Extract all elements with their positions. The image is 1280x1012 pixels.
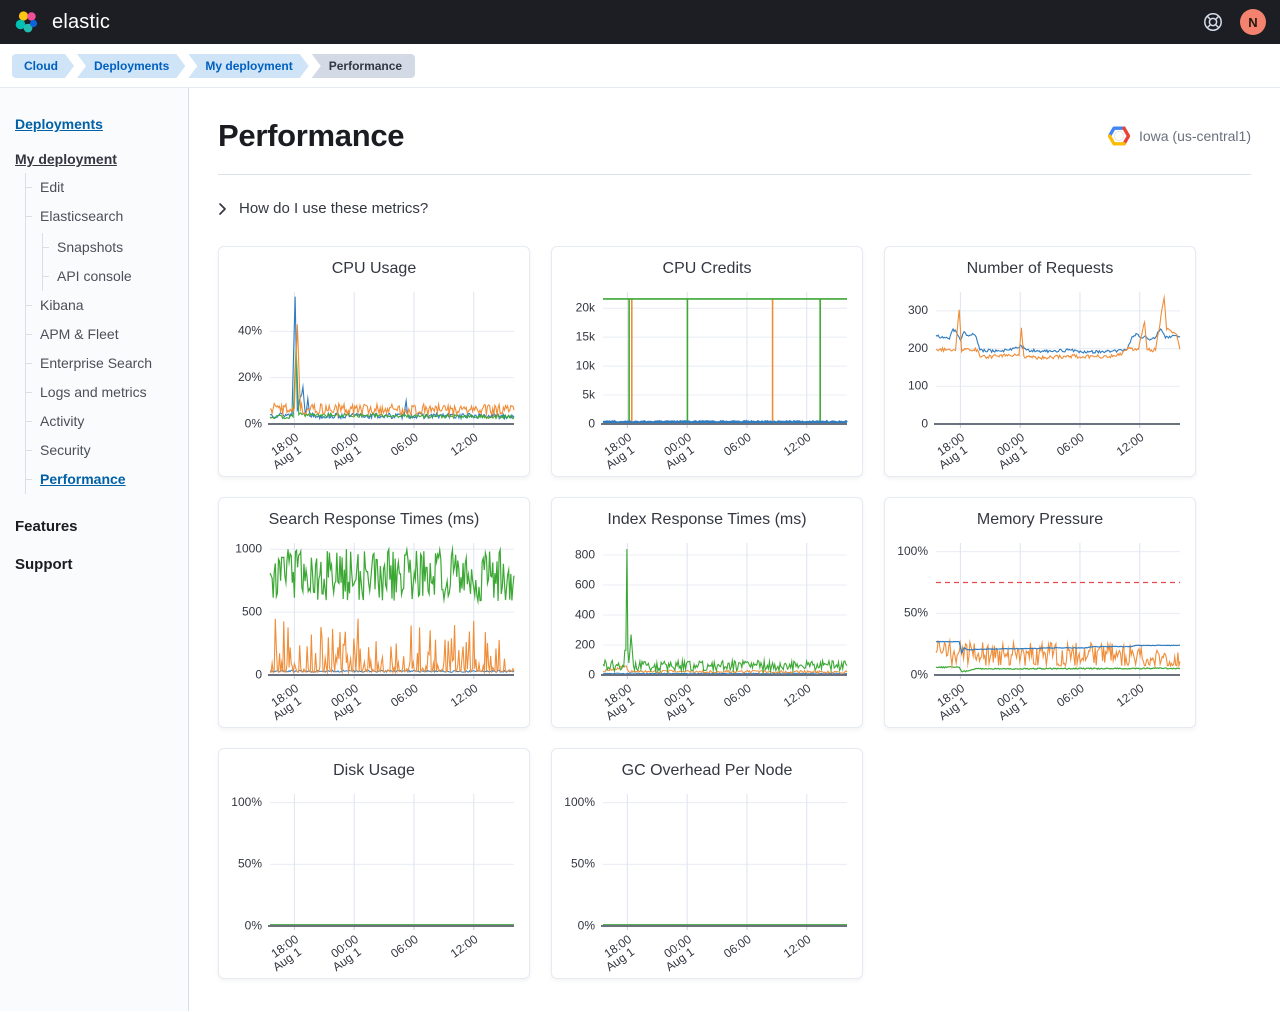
sidebar-item-kibana[interactable]: Kibana [26,291,178,320]
chart-title-cpu-usage: CPU Usage [219,260,529,278]
sidebar-item-performance[interactable]: Performance [26,465,178,494]
sidebar-item-enterprise-search[interactable]: Enterprise Search [26,349,178,378]
elastic-logo-icon [14,9,40,35]
sidebar-item-snapshots[interactable]: Snapshots [43,233,178,262]
chart-title-cpu-credits: CPU Credits [552,260,862,278]
search-response-times-ms-chart [226,531,522,721]
sidebar-item-activity[interactable]: Activity [26,407,178,436]
number-of-requests-chart [892,280,1188,470]
sidebar-item-apm-fleet[interactable]: APM & Fleet [26,320,178,349]
page-title: Performance [218,118,404,154]
sidebar-bottom-links: Features Support [15,518,178,573]
gcp-logo-icon [1108,126,1130,146]
chart-card-memory-pressure: Memory Pressure [884,497,1196,728]
elastic-brand[interactable]: elastic [14,9,110,35]
region-label: Iowa (us-central1) [1139,128,1251,144]
breadcrumb-item-my-deployment[interactable]: My deployment [188,54,308,78]
chart-title-search-response-times-ms: Search Response Times (ms) [219,511,529,529]
user-avatar[interactable]: N [1240,9,1266,35]
sidebar-item-edit[interactable]: Edit [26,173,178,202]
chart-card-cpu-usage: CPU Usage [218,246,530,477]
charts-grid: CPU Usage CPU Credits Number of Requests Se… [218,246,1251,979]
help-icon[interactable] [1202,11,1224,33]
header-divider [218,174,1251,175]
cpu-usage-chart [226,280,522,470]
chart-card-cpu-credits: CPU Credits [551,246,863,477]
sidebar-item-deployments[interactable]: Deployments [15,116,103,132]
chart-card-disk-usage: Disk Usage [218,748,530,979]
chart-title-index-response-times-ms: Index Response Times (ms) [552,511,862,529]
breadcrumb-item-cloud[interactable]: Cloud [12,54,74,78]
metrics-help-toggle[interactable]: How do I use these metrics? [218,200,428,217]
sidebar: Deployments My deployment EditElasticsea… [0,88,189,1011]
sidebar-item-my-deployment[interactable]: My deployment [15,151,117,167]
chart-card-index-response-times-ms: Index Response Times (ms) [551,497,863,728]
chevron-right-icon [218,202,227,216]
top-navbar: elastic N [0,0,1280,44]
gc-overhead-per-node-chart [559,782,855,972]
breadcrumb-item-deployments[interactable]: Deployments [77,54,185,78]
sidebar-item-elasticsearch[interactable]: Elasticsearch [26,202,178,231]
region-indicator: Iowa (us-central1) [1108,126,1251,146]
chart-title-memory-pressure: Memory Pressure [885,511,1195,529]
breadcrumb: CloudDeploymentsMy deploymentPerformance [0,44,1280,87]
sidebar-item-features[interactable]: Features [15,518,178,535]
disk-usage-chart [226,782,522,972]
sidebar-tree: EditElasticsearchSnapshotsAPI consoleKib… [25,173,178,494]
cpu-credits-chart [559,280,855,470]
chart-card-gc-overhead-per-node: GC Overhead Per Node [551,748,863,979]
sidebar-item-security[interactable]: Security [26,436,178,465]
sidebar-subtree-elasticsearch: SnapshotsAPI console [42,233,178,291]
sidebar-item-support[interactable]: Support [15,556,178,573]
breadcrumb-item-performance: Performance [312,54,415,78]
main-content: Performance Iowa (us-central1) [189,88,1280,1011]
chart-card-search-response-times-ms: Search Response Times (ms) [218,497,530,728]
sidebar-item-logs-and-metrics[interactable]: Logs and metrics [26,378,178,407]
chart-title-number-of-requests: Number of Requests [885,260,1195,278]
chart-title-gc-overhead-per-node: GC Overhead Per Node [552,762,862,780]
chart-title-disk-usage: Disk Usage [219,762,529,780]
metrics-help-label: How do I use these metrics? [239,200,428,217]
brand-text: elastic [52,11,110,34]
chart-card-number-of-requests: Number of Requests [884,246,1196,477]
memory-pressure-chart [892,531,1188,721]
index-response-times-ms-chart [559,531,855,721]
sidebar-item-api-console[interactable]: API console [43,262,178,291]
